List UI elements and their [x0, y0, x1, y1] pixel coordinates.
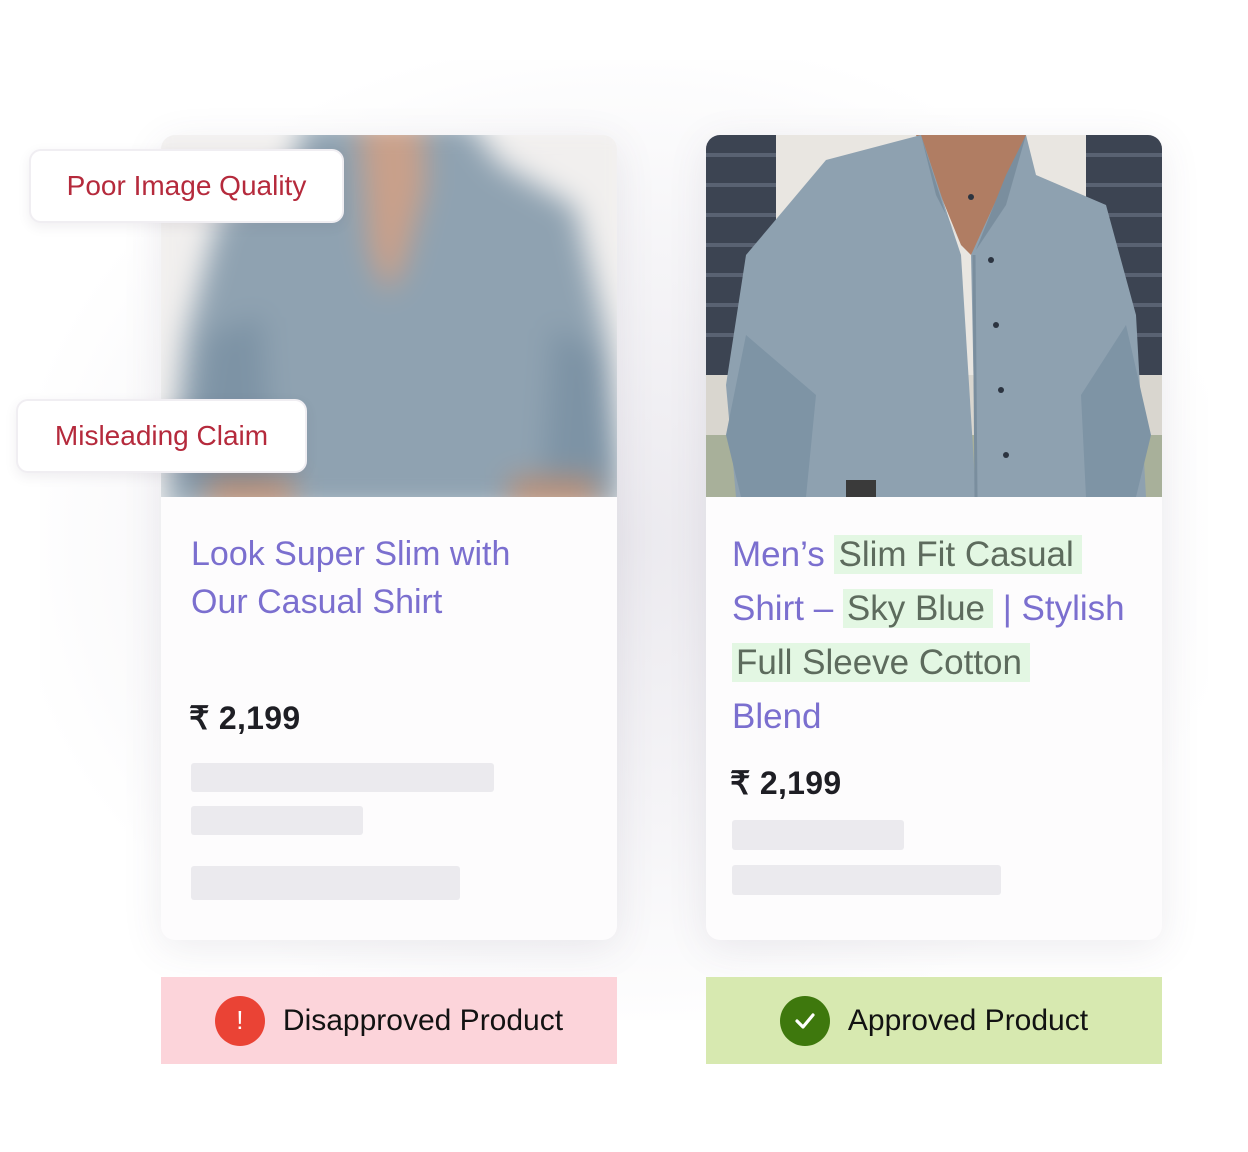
placeholder-bar	[732, 865, 1001, 895]
title-line: Shirt – Sky Blue | Stylish	[732, 589, 1125, 628]
highlighted-keyword: Slim Fit Casual	[834, 535, 1082, 574]
disapproved-product-card[interactable]: Look Super Slim with Our Casual Shirt ₹ …	[161, 135, 617, 940]
title-line: Look Super Slim with	[191, 535, 511, 573]
disapproved-status-banner: ! Disapproved Product	[161, 977, 617, 1064]
title-line: Blend	[732, 697, 822, 736]
product-title: Look Super Slim with Our Casual Shirt	[191, 530, 593, 626]
approved-status-banner: Approved Product	[706, 977, 1162, 1064]
highlighted-keyword: Sky Blue	[842, 589, 994, 628]
product-price: ₹ 2,199	[189, 700, 301, 736]
alert-icon: !	[214, 995, 265, 1046]
issue-tag-poor-image-quality: Poor Image Quality	[29, 149, 344, 223]
product-price: ₹ 2,199	[730, 765, 842, 801]
placeholder-bar	[191, 763, 494, 792]
status-label: Approved Product	[847, 1003, 1089, 1037]
highlighted-keyword: Full Sleeve Cotton	[732, 643, 1030, 682]
placeholder-bar	[732, 820, 904, 850]
issue-tag-misleading-claim: Misleading Claim	[16, 399, 307, 473]
placeholder-bar	[191, 806, 363, 835]
placeholder-bar	[191, 866, 460, 900]
title-line: Our Casual Shirt	[191, 583, 443, 621]
approved-product-card[interactable]: Men’s Slim Fit Casual Shirt – Sky Blue |…	[706, 135, 1162, 940]
check-icon	[779, 995, 830, 1046]
title-line: Men’s Slim Fit Casual	[732, 528, 1138, 582]
product-title: Men’s Slim Fit Casual Shirt – Sky Blue |…	[732, 528, 1138, 744]
status-label: Disapproved Product	[282, 1003, 564, 1037]
title-line: Full Sleeve Cotton	[732, 636, 1138, 690]
shirt-photo	[706, 135, 1162, 497]
